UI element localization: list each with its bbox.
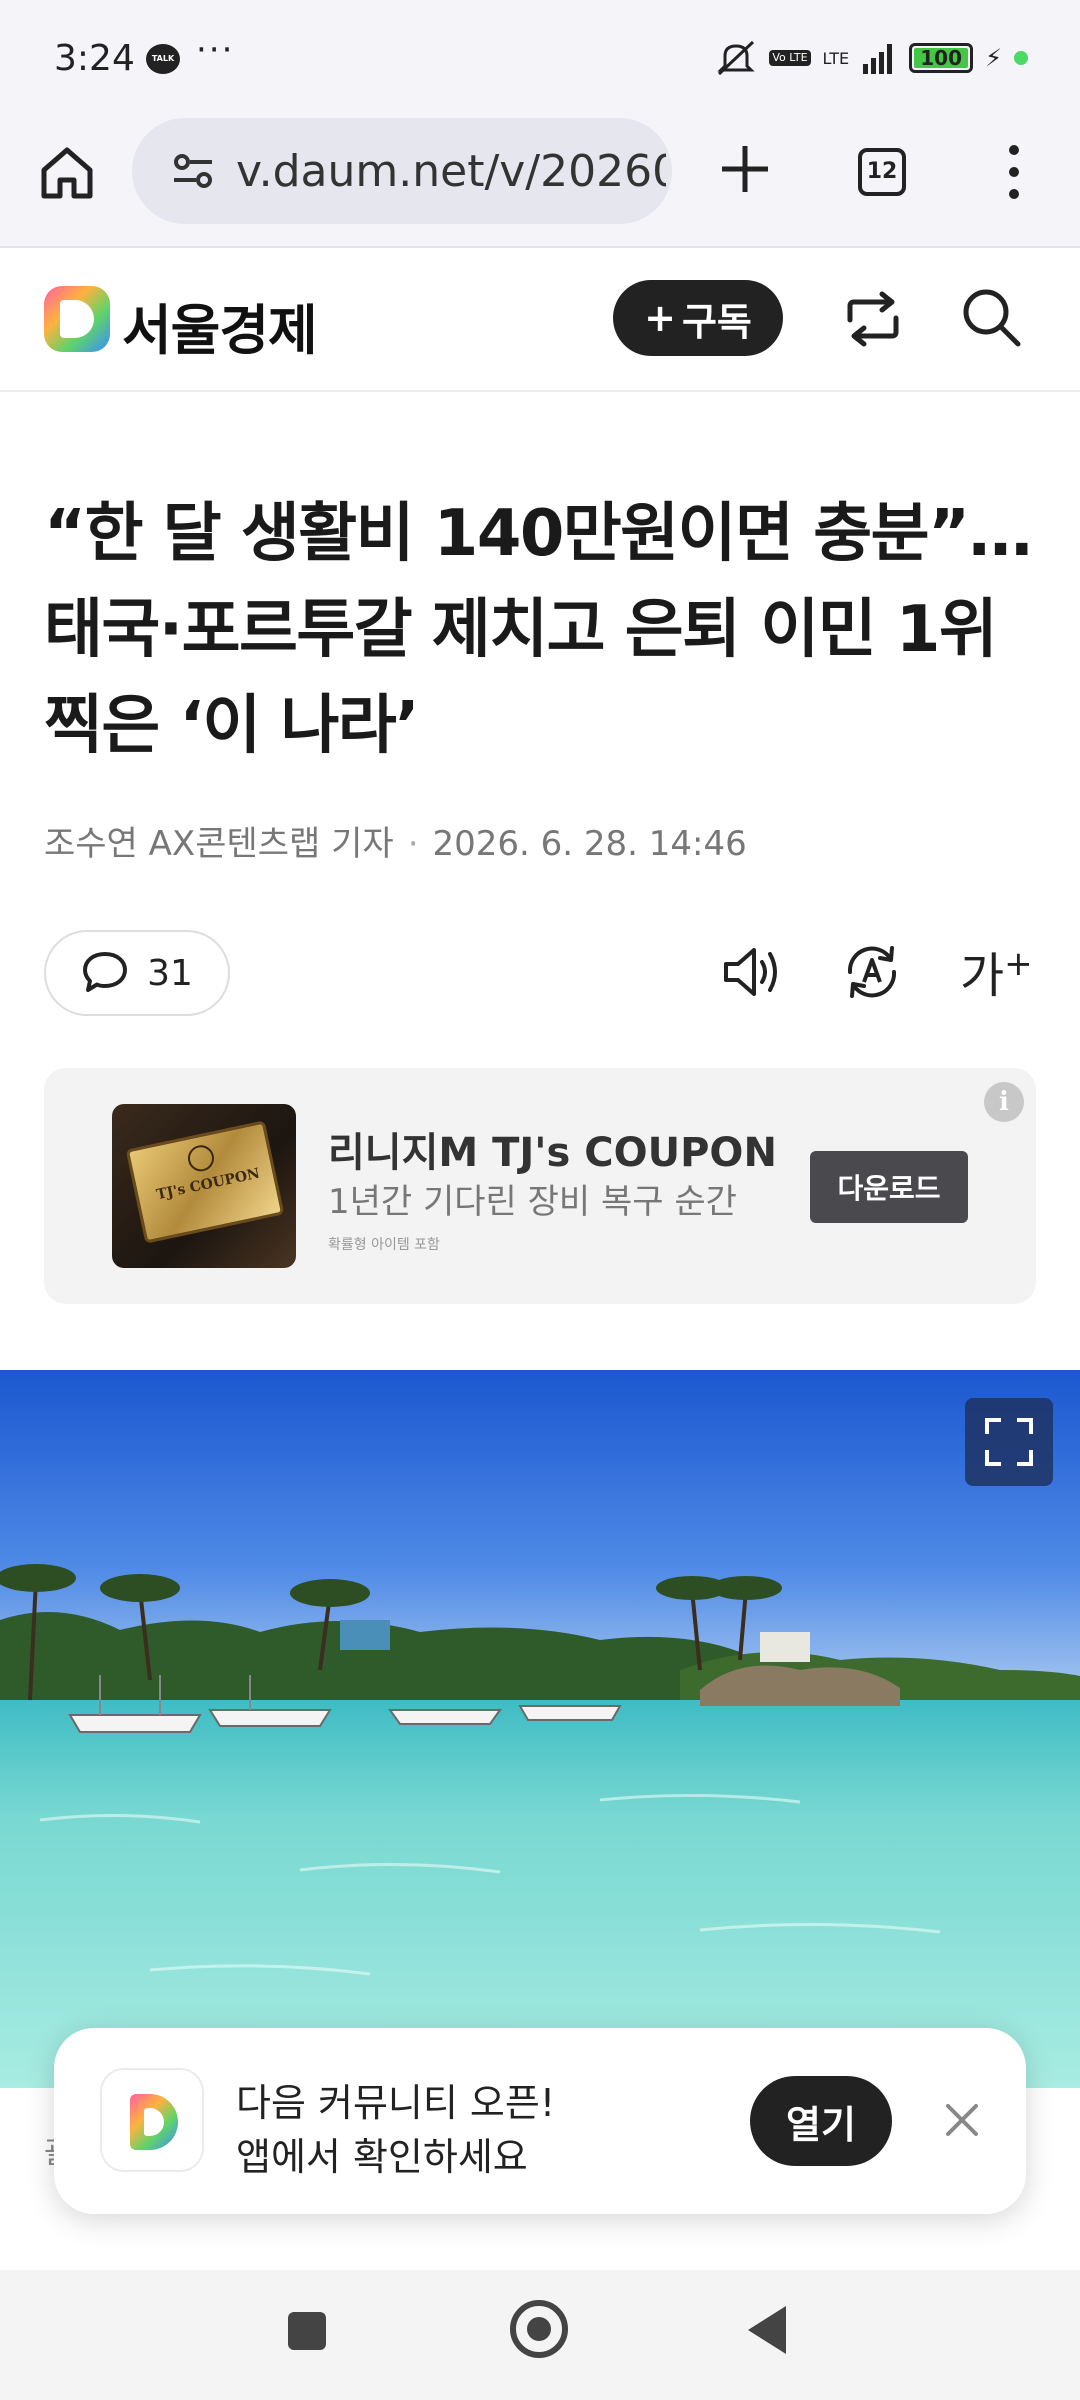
open-app-button[interactable]: 열기 xyxy=(750,2076,892,2166)
recents-icon[interactable] xyxy=(288,2312,326,2350)
new-tab-icon[interactable] xyxy=(712,136,778,202)
browser-toolbar: v.daum.net/v/20260 12 xyxy=(0,118,1080,248)
site-settings-icon[interactable] xyxy=(172,150,214,192)
subscribe-button[interactable]: + 구독 xyxy=(613,280,783,356)
toast-message-line2: 앱에서 확인하세요 xyxy=(236,2135,528,2179)
font-size-label: 가 xyxy=(960,948,1005,1004)
battery-level: 100 xyxy=(920,46,963,70)
privacy-indicator-icon xyxy=(1014,51,1028,65)
network-type: LTE xyxy=(822,48,850,68)
volte-icon: Vo LTE xyxy=(769,50,811,66)
font-size-plus: + xyxy=(1004,944,1033,984)
comment-count: 31 xyxy=(147,952,193,994)
article-byline: 조수연 AX콘텐츠랩 기자 · 2026. 6. 28. 14:46 xyxy=(44,816,747,865)
fullscreen-button[interactable] xyxy=(965,1398,1053,1486)
daum-logo-icon[interactable] xyxy=(44,286,110,352)
kakaotalk-icon: TALK xyxy=(146,44,180,74)
charging-icon: ⚡ xyxy=(985,44,1002,72)
mute-icon xyxy=(717,40,755,76)
ad-banner[interactable]: TJ's COUPON 리니지M TJ's COUPON 1년간 기다린 장비 … xyxy=(44,1068,1036,1304)
system-nav-bar xyxy=(0,2270,1080,2400)
ad-title[interactable]: 리니지M TJ's COUPON xyxy=(328,1120,777,1178)
comment-icon xyxy=(83,952,128,992)
coupon-image: TJ's COUPON xyxy=(125,1120,285,1244)
status-bar: 3:24 TALK ··· Vo LTE LTE 100 ⚡ xyxy=(0,0,1080,118)
signal-icon xyxy=(863,44,893,74)
subscribe-label: 구독 xyxy=(681,299,752,344)
daum-app-icon xyxy=(100,2068,204,2172)
byline-separator: · xyxy=(407,824,419,864)
address-bar[interactable]: v.daum.net/v/20260 xyxy=(132,118,672,224)
plus-icon: + xyxy=(644,296,676,340)
article-photo[interactable] xyxy=(0,1370,1080,2088)
url-text[interactable]: v.daum.net/v/20260 xyxy=(236,146,666,197)
article-headline: “한 달 생활비 140만원이면 충분”…태국·포르투갈 제치고 은퇴 이민 1… xyxy=(44,497,1033,763)
share-icon[interactable] xyxy=(840,286,906,352)
ad-thumbnail[interactable]: TJ's COUPON xyxy=(112,1104,296,1268)
ad-download-button[interactable]: 다운로드 xyxy=(810,1151,968,1223)
more-notifications-icon: ··· xyxy=(196,30,235,70)
home-button-icon[interactable] xyxy=(510,2300,568,2358)
author-name[interactable]: 조수연 AX콘텐츠랩 기자 xyxy=(44,824,394,864)
menu-icon[interactable] xyxy=(996,140,1032,204)
ad-description: 1년간 기다린 장비 복구 순간 xyxy=(328,1182,737,1222)
app-open-toast: 다음 커뮤니티 오픈! 앱에서 확인하세요 열기 xyxy=(54,2028,1026,2214)
site-name[interactable]: 서울경제 xyxy=(122,286,318,365)
status-indicators: Vo LTE LTE 100 ⚡ xyxy=(715,38,1028,78)
publish-date: 2026. 6. 28. 14:46 xyxy=(432,824,747,864)
tts-speaker-icon[interactable] xyxy=(720,940,784,1004)
status-time: 3:24 xyxy=(54,38,135,79)
coupon-emblem-icon xyxy=(185,1142,217,1174)
battery-icon: 100 xyxy=(909,43,974,73)
ad-note: 확률형 아이템 포함 xyxy=(328,1237,440,1253)
translate-icon[interactable] xyxy=(840,940,904,1004)
comment-button[interactable]: 31 xyxy=(44,930,230,1016)
home-icon[interactable] xyxy=(36,142,98,204)
tabs-icon[interactable]: 12 xyxy=(858,148,906,196)
coupon-image-text: TJ's COUPON xyxy=(155,1165,262,1204)
font-size-icon[interactable]: 가+ xyxy=(960,936,1033,1006)
back-icon[interactable] xyxy=(748,2306,786,2354)
close-icon[interactable] xyxy=(942,2100,982,2140)
fullscreen-icon xyxy=(985,1418,1033,1466)
search-icon[interactable] xyxy=(958,284,1026,352)
site-header: 서울경제 + 구독 xyxy=(0,248,1080,392)
toast-message-line1: 다음 커뮤니티 오픈! xyxy=(236,2081,556,2125)
ad-info-icon[interactable]: i xyxy=(984,1082,1024,1122)
